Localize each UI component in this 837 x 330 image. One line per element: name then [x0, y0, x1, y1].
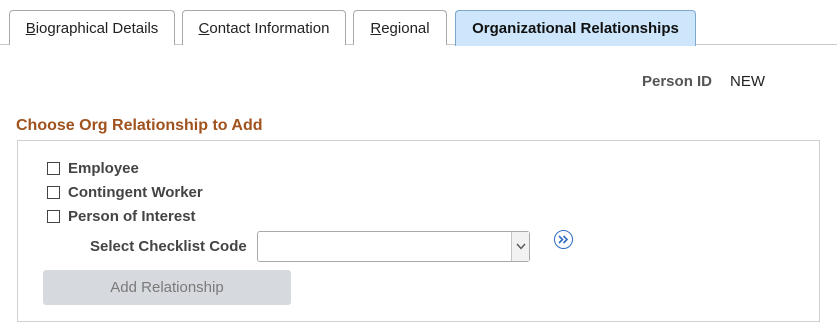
employee-option[interactable]: Employee: [47, 159, 139, 177]
tab-contact-information[interactable]: Contact Information: [182, 10, 346, 45]
person-of-interest-checkbox[interactable]: [47, 209, 60, 223]
tab-bar: Biographical Details Contact Information…: [0, 0, 837, 46]
tab-biographical-details[interactable]: Biographical Details: [9, 10, 175, 45]
contingent-worker-label: Contingent Worker: [68, 183, 203, 201]
tab-organizational-relationships[interactable]: Organizational Relationships: [455, 10, 696, 46]
employee-label: Employee: [68, 159, 139, 177]
tab-regional[interactable]: Regional: [353, 10, 447, 45]
person-of-interest-option[interactable]: Person of Interest: [47, 207, 196, 225]
tab-accelerator: B: [25, 19, 36, 37]
tab-label: ontact Information: [209, 19, 330, 37]
person-id-label: Person ID: [642, 73, 713, 90]
tab-label: Organizational Relationships: [472, 20, 679, 37]
tab-accelerator: R: [370, 19, 382, 37]
double-chevron-right-icon[interactable]: [554, 230, 573, 249]
chevron-down-icon[interactable]: [511, 232, 529, 261]
section-title: Choose Org Relationship to Add: [16, 117, 263, 134]
person-id-value: NEW: [730, 73, 765, 90]
contingent-worker-option[interactable]: Contingent Worker: [47, 183, 203, 201]
checklist-code-select[interactable]: [257, 231, 530, 262]
contingent-worker-checkbox[interactable]: [47, 185, 60, 199]
tab-label: iographical Details: [35, 19, 159, 37]
tab-label: egional: [381, 19, 430, 37]
person-of-interest-label: Person of Interest: [68, 207, 196, 225]
add-relationship-button[interactable]: Add Relationship: [43, 270, 291, 305]
checklist-code-label: Select Checklist Code: [90, 238, 247, 255]
tab-accelerator: C: [198, 19, 210, 37]
employee-checkbox[interactable]: [47, 161, 60, 175]
